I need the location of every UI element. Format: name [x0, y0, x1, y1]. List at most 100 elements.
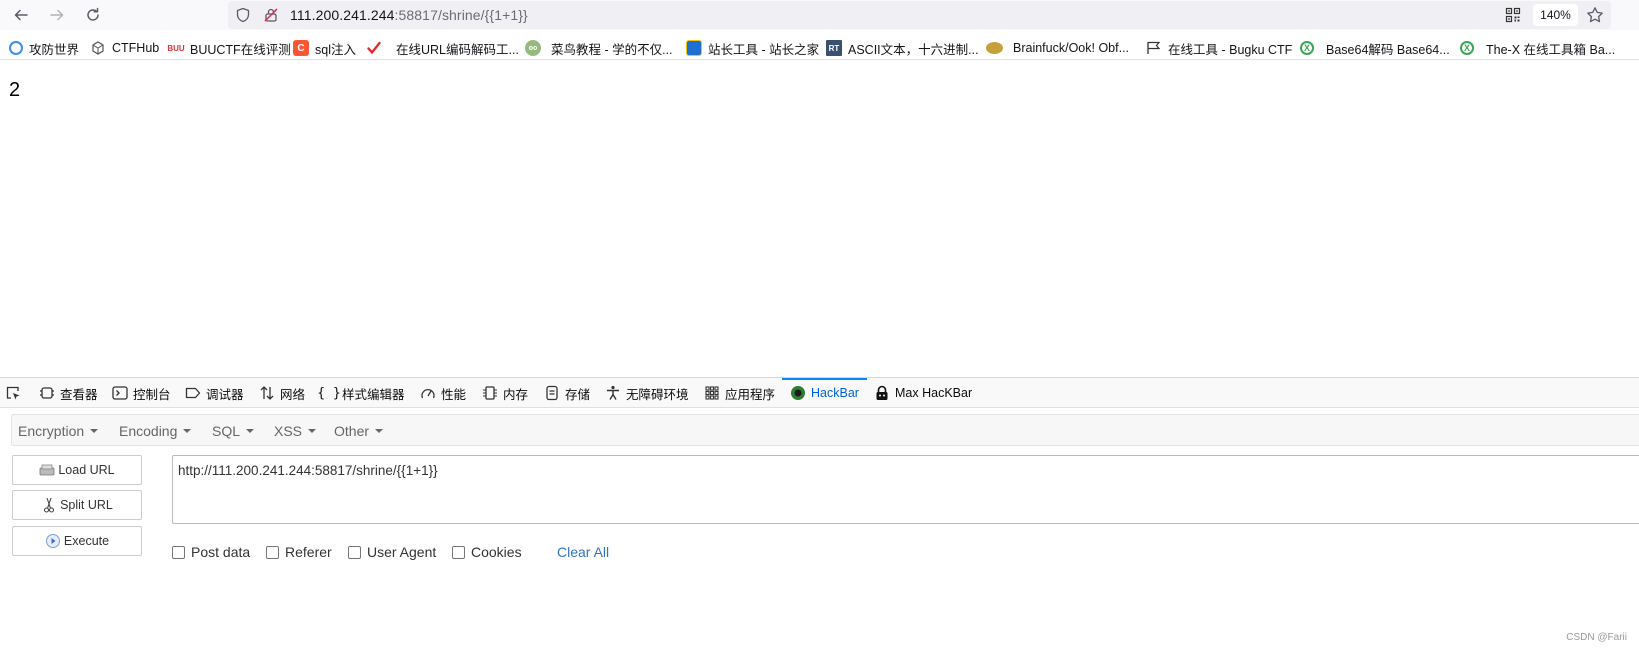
caret-down-icon [183, 429, 192, 433]
accessibility-icon [605, 385, 621, 401]
memory-icon [482, 385, 498, 401]
bookmarks-bar: 攻防世界 CTFHub BUU BUUCTF在线评测 C sql注入 在线URL… [0, 36, 1639, 60]
tab-network[interactable]: 网络 [259, 378, 305, 408]
bookmark-item[interactable]: 攻防世界 [9, 36, 79, 60]
tab-label: Max HacKBar [895, 386, 973, 400]
tab-label: 样式编辑器 [342, 387, 405, 402]
arrow-right-icon [50, 9, 64, 21]
checkbox-box[interactable] [348, 545, 361, 559]
menu-encryption[interactable]: Encryption [18, 415, 99, 447]
tab-debugger[interactable]: 调试器 [185, 378, 244, 408]
load-url-button[interactable]: Load URL [12, 455, 142, 485]
tab-max-hackbar[interactable]: Max HacKBar [874, 378, 972, 408]
menu-encoding[interactable]: Encoding [119, 415, 192, 447]
rt-icon: RT [826, 40, 842, 56]
url-bar[interactable]: 111.200.241.244:58817/shrine/{{1+1}} 140… [228, 1, 1611, 29]
shield-icon[interactable] [234, 6, 252, 24]
checkbox-label: Post data [191, 544, 251, 560]
bookmark-item[interactable]: BUU BUUCTF在线评测 [167, 36, 291, 60]
tab-hackbar[interactable]: HackBar [782, 378, 867, 408]
hackbar-menu-bar: Encryption Encoding SQL XSS Other [11, 414, 1639, 446]
tab-console[interactable]: 控制台 [112, 378, 171, 408]
bookmark-item[interactable]: RT ASCII文本，十六进制... [826, 36, 979, 60]
inspector-icon [39, 385, 55, 401]
checkbox-label: Cookies [471, 544, 522, 560]
user-agent-checkbox[interactable]: User Agent [348, 542, 436, 562]
qr-code-icon[interactable] [1504, 6, 1522, 24]
split-url-button[interactable]: Split URL [12, 490, 142, 520]
watermark-text: CSDN @Farii [1566, 632, 1627, 643]
checkbox-label: Referer [285, 544, 332, 560]
bookmark-item[interactable]: oo 菜鸟教程 - 学的不仅... [525, 36, 673, 60]
bookmark-label: 攻防世界 [29, 42, 80, 57]
tab-accessibility[interactable]: 无障碍环境 [605, 378, 689, 408]
button-label: Execute [63, 534, 110, 548]
play-icon [45, 533, 61, 549]
x-icon: X [1460, 41, 1474, 55]
hackbar-icon [790, 385, 806, 401]
post-data-checkbox[interactable]: Post data [172, 542, 250, 562]
caret-down-icon [308, 429, 317, 433]
checkbox-box[interactable] [266, 545, 279, 559]
page-output-text: 2 [9, 79, 21, 101]
bookmark-item[interactable]: Brainfuck/Ook! Obf... [986, 36, 1129, 60]
back-button[interactable] [10, 4, 32, 26]
url-textarea-value: http://111.200.241.244:58817/shrine/{{1+… [178, 463, 438, 478]
tab-label: 性能 [441, 387, 467, 402]
bookmark-star-icon[interactable] [1586, 6, 1604, 24]
bookmark-label: 菜鸟教程 - 学的不仅... [551, 42, 673, 57]
bookmark-item[interactable]: X Base64解码 Base64... [1300, 36, 1450, 60]
checkbox-box[interactable] [172, 545, 185, 559]
x-icon: X [1300, 41, 1314, 55]
bookmark-item[interactable]: 在线工具 - Bugku CTF [1146, 36, 1292, 60]
element-picker-button[interactable] [5, 378, 21, 408]
bookmark-item[interactable]: 在线URL编码解码工... [366, 36, 519, 60]
button-label: Split URL [60, 498, 113, 512]
application-icon [704, 385, 720, 401]
reload-icon [87, 7, 99, 21]
storage-icon [544, 385, 560, 401]
bookmark-label: 在线URL编码解码工... [396, 42, 519, 57]
menu-label: XSS [274, 423, 303, 439]
menu-xss[interactable]: XSS [274, 415, 317, 447]
bookmark-label: BUUCTF在线评测 [190, 42, 291, 57]
bookmark-label: Base64解码 Base64... [1326, 42, 1450, 57]
bookmark-label: ASCII文本，十六进制... [848, 42, 979, 57]
zoom-level-badge[interactable]: 140% [1533, 4, 1578, 26]
tab-label: 控制台 [133, 387, 171, 402]
caret-down-icon [90, 429, 99, 433]
checkbox-box[interactable] [452, 545, 465, 559]
menu-sql[interactable]: SQL [212, 415, 255, 447]
url-text[interactable]: 111.200.241.244:58817/shrine/{{1+1}} [290, 6, 528, 24]
cookies-checkbox[interactable]: Cookies [452, 542, 522, 562]
menu-label: Other [334, 423, 370, 439]
reload-button[interactable] [82, 4, 104, 26]
button-label: Load URL [58, 463, 115, 477]
tab-label: 调试器 [206, 387, 244, 402]
tab-application[interactable]: 应用程序 [704, 378, 775, 408]
insecure-lock-icon[interactable] [262, 6, 280, 24]
tab-storage[interactable]: 存储 [544, 378, 590, 408]
bookmark-label: 站长工具 - 站长之家 [708, 42, 820, 57]
bookmark-item[interactable]: C sql注入 [293, 36, 356, 60]
tab-style-editor[interactable]: { } 样式编辑器 [317, 378, 405, 408]
bookmark-item[interactable]: 站长工具 - 站长之家 [686, 36, 819, 60]
referer-checkbox[interactable]: Referer [266, 542, 332, 562]
flag-icon [1146, 40, 1162, 56]
bookmark-item[interactable]: CTFHub [90, 36, 159, 60]
tab-label: 无障碍环境 [626, 387, 689, 402]
bookmark-label: sql注入 [315, 42, 356, 57]
execute-button[interactable]: Execute [12, 526, 142, 556]
devtools-panel: 查看器 控制台 调试器 网络 { } 样式编辑器 性能 内存 存储 无障碍环境 … [0, 377, 1639, 652]
hackbar-url-textarea[interactable]: http://111.200.241.244:58817/shrine/{{1+… [172, 455, 1639, 524]
menu-other[interactable]: Other [334, 415, 384, 447]
bookmark-label: The-X 在线工具箱 Ba... [1486, 42, 1616, 57]
tab-performance[interactable]: 性能 [420, 378, 466, 408]
tab-label: 查看器 [60, 387, 98, 402]
tab-memory[interactable]: 内存 [482, 378, 528, 408]
tab-inspector[interactable]: 查看器 [39, 378, 98, 408]
browser-toolbar: 111.200.241.244:58817/shrine/{{1+1}} 140… [0, 0, 1639, 30]
clear-all-link[interactable]: Clear All [557, 542, 609, 562]
forward-button[interactable] [46, 4, 68, 26]
bookmark-item[interactable]: X The-X 在线工具箱 Ba... [1460, 36, 1615, 60]
